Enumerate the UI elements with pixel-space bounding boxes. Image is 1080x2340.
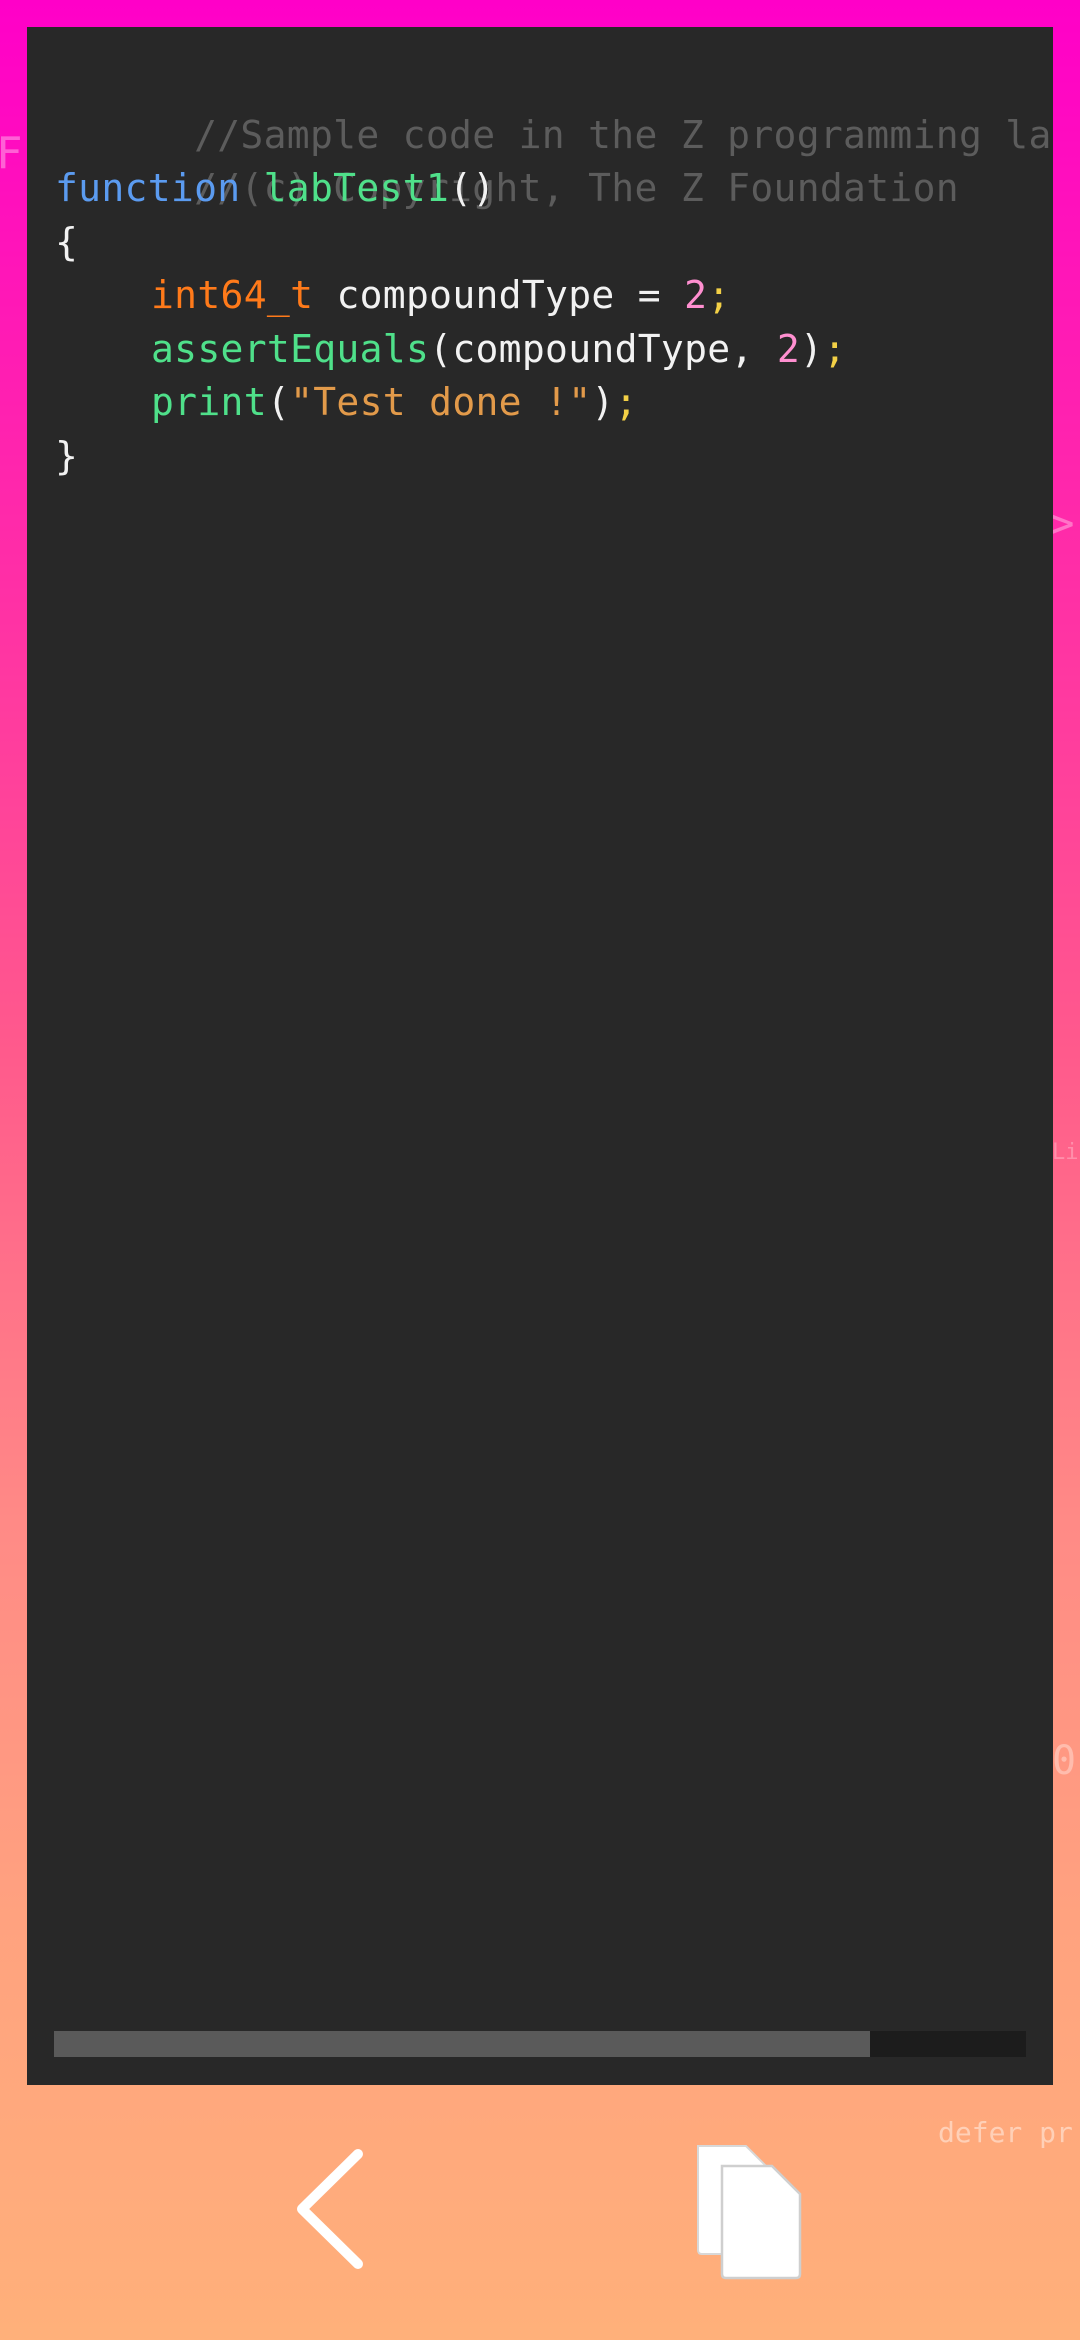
number-token: 2 <box>776 326 801 371</box>
variable-token: compoundType = <box>336 273 661 317</box>
close-brace-token: } <box>55 433 79 478</box>
code-lines: //Sample code in the Z programming langu… <box>55 55 1053 483</box>
code-line-7: print("Test done !"); <box>55 376 1053 430</box>
comment-text: //Sample code in the Z programming langu <box>194 112 1053 157</box>
open-paren-token: ( <box>266 380 291 424</box>
code-line-6: assertEquals(compoundType, 2); <box>55 323 1053 377</box>
open-brace-token: { <box>55 219 79 264</box>
close-paren-token: ) <box>591 380 615 424</box>
code-line-5: int64_t compoundType = 2; <box>55 269 1053 323</box>
horizontal-scrollbar[interactable] <box>54 2031 1026 2057</box>
function-call-token: print <box>151 380 267 424</box>
function-name-token: labTest1 <box>263 166 450 210</box>
background-small-text: Li <box>1052 1140 1079 1165</box>
copy-button[interactable] <box>692 2140 812 2280</box>
number-token: 2 <box>684 273 708 317</box>
function-call-token: assertEquals <box>151 326 430 371</box>
keyword-token: function <box>55 166 241 210</box>
background-code-text: defer pr <box>938 2116 1073 2149</box>
arguments-token: (compoundType, <box>429 326 754 371</box>
semicolon-token: ; <box>614 380 638 424</box>
semicolon-token: ; <box>823 326 847 371</box>
chevron-left-icon <box>297 2149 363 2269</box>
close-paren-token: ) <box>800 326 824 371</box>
parens-token: () <box>449 166 496 210</box>
semicolon-token: ; <box>707 273 731 317</box>
back-button[interactable] <box>288 2144 378 2274</box>
background-digit: 0 <box>1052 1738 1077 1784</box>
code-viewer[interactable]: //Sample code in the Z programming langu… <box>27 27 1053 2085</box>
background-letter: F <box>0 128 23 179</box>
scrollbar-thumb[interactable] <box>54 2031 870 2057</box>
code-line-1: //Sample code in the Z programming langu <box>55 55 1053 157</box>
code-line-8: } <box>55 430 1053 484</box>
type-token: int64_t <box>151 273 314 317</box>
copy-icon <box>697 2145 802 2280</box>
string-token: "Test done !" <box>290 380 592 424</box>
code-line-4: { <box>55 216 1053 270</box>
